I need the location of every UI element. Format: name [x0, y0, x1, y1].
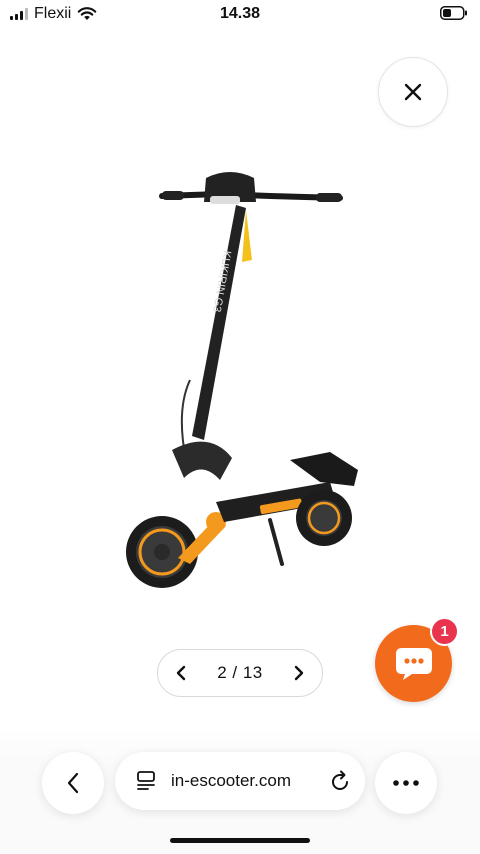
close-icon: [404, 83, 422, 101]
wifi-icon: [78, 7, 97, 20]
more-dots-icon: [393, 780, 419, 786]
previous-image-button[interactable]: [174, 664, 188, 682]
chat-bubble-icon: [395, 647, 432, 680]
url-text[interactable]: in-escooter.com: [171, 771, 329, 791]
address-bar[interactable]: in-escooter.com: [115, 752, 365, 810]
pager-counter: 2 / 13: [217, 663, 263, 682]
carrier-label: Flexii: [34, 5, 72, 22]
page-menu-icon[interactable]: [135, 770, 157, 792]
status-left: Flexii: [10, 5, 97, 23]
chevron-left-icon: [176, 665, 186, 681]
gallery-pager: 2 / 13: [157, 649, 323, 697]
close-button[interactable]: [378, 57, 448, 127]
chevron-right-icon: [294, 665, 304, 681]
browser-more-button[interactable]: [375, 752, 437, 814]
chat-unread-badge: 1: [430, 617, 459, 646]
browser-back-button[interactable]: [42, 752, 104, 814]
signal-icon: [10, 8, 28, 20]
next-image-button[interactable]: [292, 664, 306, 682]
status-bar: Flexii 14.38: [0, 0, 480, 28]
reload-icon[interactable]: [329, 770, 351, 792]
chevron-left-icon: [67, 772, 79, 794]
battery-icon: [440, 6, 467, 20]
product-image-scooter: KUKIRIN G3: [126, 172, 358, 588]
home-indicator: [170, 838, 310, 843]
